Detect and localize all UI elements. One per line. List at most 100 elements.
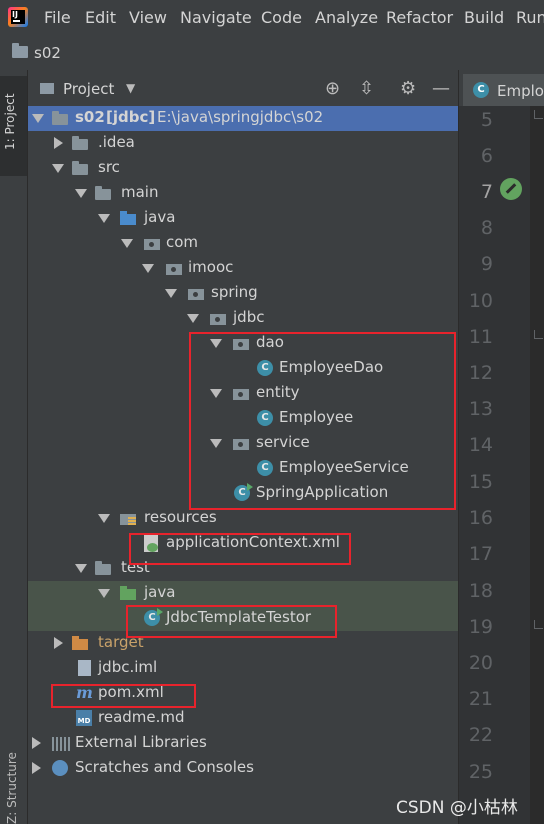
tree-label: External Libraries <box>75 733 207 751</box>
library-icon <box>52 737 70 751</box>
panel-title[interactable]: Project <box>63 80 114 98</box>
tree-item-com[interactable]: com <box>28 231 458 256</box>
menu-edit[interactable]: Edit <box>85 8 116 27</box>
expand-arrow-icon[interactable] <box>121 239 133 248</box>
editor-area[interactable] <box>530 106 544 824</box>
package-icon <box>166 264 182 275</box>
tree-label: readme.md <box>98 708 185 726</box>
tree-item-jdbc[interactable]: jdbc <box>28 306 458 331</box>
collapse-arrow-icon[interactable] <box>32 737 41 749</box>
line-number: 5 <box>480 109 493 131</box>
line-number: 21 <box>468 688 493 710</box>
collapse-arrow-icon[interactable] <box>32 762 41 774</box>
structure-tool-label[interactable]: Z: Structure <box>5 752 19 824</box>
line-number: 6 <box>480 145 493 167</box>
line-number: 20 <box>468 652 493 674</box>
menu-view[interactable]: View <box>129 8 167 27</box>
collapse-all-icon[interactable]: ⇳ <box>359 78 374 99</box>
tree-label: Scratches and Consoles <box>75 758 254 776</box>
editor-tab[interactable]: C Employ <box>463 74 544 106</box>
tree-label: java <box>144 583 176 601</box>
line-number: 22 <box>468 724 493 746</box>
expand-arrow-icon[interactable] <box>165 289 177 298</box>
root-name: s02 <box>75 108 105 126</box>
expand-arrow-icon[interactable] <box>187 314 199 323</box>
tree-item-imooc[interactable]: imooc <box>28 256 458 281</box>
tree-item-test-java[interactable]: java <box>28 581 458 606</box>
fold-marker-icon[interactable] <box>534 330 543 339</box>
editor-tab-label[interactable]: Employ <box>497 82 544 100</box>
menu-navigate[interactable]: Navigate <box>180 8 252 27</box>
menu-build[interactable]: Build <box>464 8 504 27</box>
watermark: CSDN @小枯林 <box>396 798 518 818</box>
root-module: [jdbc] <box>106 108 156 126</box>
class-icon: C <box>473 82 489 98</box>
menu-run[interactable]: Run <box>516 8 544 27</box>
menu-refactor[interactable]: Refactor <box>386 8 453 27</box>
expand-arrow-icon[interactable] <box>98 214 110 223</box>
tree-item-main[interactable]: main <box>28 181 458 206</box>
tree-item-readme[interactable]: MD readme.md <box>28 706 458 731</box>
collapse-arrow-icon[interactable] <box>54 637 63 649</box>
line-number: 15 <box>468 471 493 493</box>
menu-file[interactable]: File <box>44 8 71 27</box>
line-number: 13 <box>468 398 493 420</box>
line-number: 9 <box>480 253 493 275</box>
tree-label: imooc <box>188 258 234 276</box>
line-number: 14 <box>468 434 493 456</box>
folder-icon <box>72 136 88 150</box>
menu-analyze[interactable]: Analyze <box>315 8 378 27</box>
source-folder-icon <box>120 211 136 225</box>
line-number: 18 <box>468 580 493 602</box>
line-number: 25 <box>468 761 493 783</box>
gear-icon[interactable]: ⚙ <box>400 78 416 99</box>
resources-folder-icon <box>120 514 136 525</box>
tree-item-idea[interactable]: .idea <box>28 131 458 156</box>
expand-arrow-icon[interactable] <box>75 564 87 573</box>
menu-bar: IJ File Edit View Navigate Code Analyze … <box>0 0 544 36</box>
tree-item-scratches[interactable]: Scratches and Consoles <box>28 756 458 781</box>
line-number: 7 <box>480 181 493 203</box>
navigation-bar: s02 <box>0 36 544 71</box>
tree-label: .idea <box>98 133 135 151</box>
expand-arrow-icon[interactable] <box>75 189 87 198</box>
expand-arrow-icon[interactable] <box>98 514 110 523</box>
chevron-down-icon[interactable]: ▼ <box>126 81 135 95</box>
tree-item-root[interactable]: s02 [jdbc] E:\java\springjdbc\s02 <box>28 106 458 131</box>
fold-marker-icon[interactable] <box>534 620 543 629</box>
tree-label: src <box>98 158 120 176</box>
line-number: 12 <box>468 362 493 384</box>
expand-arrow-icon[interactable] <box>98 589 110 598</box>
folder-icon <box>12 43 28 58</box>
tree-label: main <box>121 183 159 201</box>
expand-arrow-icon[interactable] <box>142 264 154 273</box>
folder-icon <box>95 561 111 575</box>
module-file-icon <box>78 660 91 676</box>
tree-item-src[interactable]: src <box>28 156 458 181</box>
tree-label: com <box>166 233 199 251</box>
expand-arrow-icon[interactable] <box>52 164 64 173</box>
hide-icon[interactable]: — <box>432 78 450 99</box>
annotation-box-application-context <box>129 533 351 565</box>
root-path: E:\java\springjdbc\s02 <box>157 108 324 126</box>
menu-code[interactable]: Code <box>261 8 302 27</box>
spring-bean-gutter-icon[interactable] <box>500 178 522 200</box>
locate-icon[interactable]: ⊕ <box>325 78 340 99</box>
expand-arrow-icon[interactable] <box>32 114 44 123</box>
tree-item-jdbc-iml[interactable]: jdbc.iml <box>28 656 458 681</box>
excluded-folder-icon <box>72 636 88 650</box>
tree-item-spring[interactable]: spring <box>28 281 458 306</box>
test-folder-icon <box>120 586 136 600</box>
breadcrumb-project[interactable]: s02 <box>34 44 61 62</box>
tree-label: resources <box>144 508 217 526</box>
package-icon <box>144 239 160 250</box>
tree-label: jdbc <box>233 308 265 326</box>
tree-item-java[interactable]: java <box>28 206 458 231</box>
project-panel-header: Project ▼ ⊕ ⇳ ⚙ — <box>28 70 458 107</box>
tree-item-external-libraries[interactable]: External Libraries <box>28 731 458 756</box>
project-tool-label[interactable]: 1: Project <box>3 93 17 150</box>
annotation-box-pom <box>51 684 196 708</box>
collapse-arrow-icon[interactable] <box>54 137 63 149</box>
fold-marker-icon[interactable] <box>534 110 543 119</box>
annotation-box-testor <box>126 605 337 638</box>
